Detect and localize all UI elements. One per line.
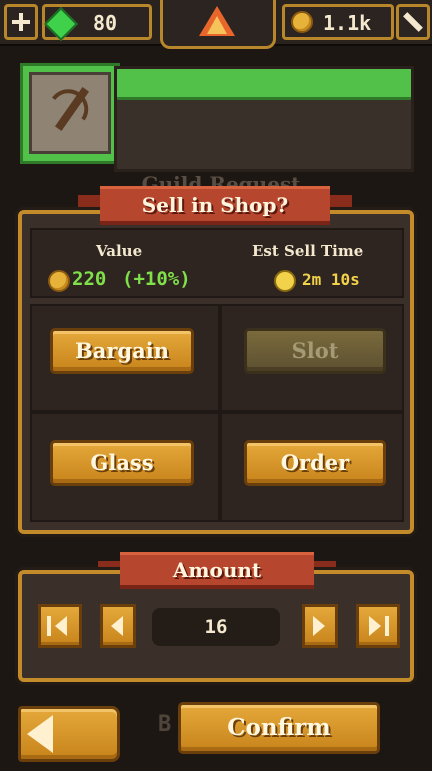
- add-button[interactable]: [4, 4, 38, 40]
- value-bonus: (+10%): [122, 268, 191, 290]
- item-slot[interactable]: [20, 63, 120, 164]
- arrow-right-icon: [313, 616, 325, 636]
- coin-count: 1.1k: [323, 11, 372, 35]
- gem-counter: 80: [42, 4, 152, 41]
- value-amount: 220: [72, 268, 107, 290]
- coin-icon: [291, 11, 313, 33]
- bargain-button[interactable]: Bargain: [50, 328, 194, 374]
- sell-dialog-title: Sell in Shop?: [78, 186, 352, 227]
- arrow-left-icon: [27, 715, 53, 753]
- amount-value: 16: [204, 616, 228, 638]
- min-button[interactable]: [38, 604, 82, 648]
- arrow-left-icon: [111, 616, 123, 636]
- forge-emblem-icon: [160, 0, 276, 49]
- max-button[interactable]: [356, 604, 400, 648]
- slot-button[interactable]: Slot: [244, 328, 386, 374]
- sell-dialog: Value 220 (+10%) Est Sell Time 2m 10s Ba…: [18, 210, 414, 534]
- skip-left-icon: [55, 616, 67, 636]
- order-button[interactable]: Order: [244, 440, 386, 486]
- coin-icon: [48, 270, 70, 292]
- sell-time-label: Est Sell Time: [252, 242, 364, 260]
- amount-dialog-title: Amount: [98, 552, 336, 591]
- value-section: Value 220 (+10%) Est Sell Time 2m 10s: [30, 228, 404, 298]
- increase-button[interactable]: [302, 604, 338, 648]
- gem-count: 80: [93, 11, 118, 35]
- amount-field[interactable]: 16: [152, 608, 280, 646]
- coin-counter: 1.1k: [282, 4, 394, 40]
- background-button-fragment: B: [158, 712, 172, 737]
- clock-icon: [274, 270, 296, 292]
- item-info-panel: [114, 66, 414, 172]
- confirm-button[interactable]: Confirm: [178, 702, 380, 754]
- settings-button[interactable]: [396, 4, 430, 40]
- crossbow-icon: [48, 81, 97, 135]
- decrease-button[interactable]: [100, 604, 136, 648]
- sell-time-value: 2m 10s: [302, 270, 360, 289]
- glass-button[interactable]: Glass: [50, 440, 194, 486]
- back-button[interactable]: [18, 706, 120, 762]
- skip-right-icon: [369, 616, 381, 636]
- progress-bar: [117, 69, 411, 100]
- gem-icon: [44, 7, 78, 41]
- top-bar: 80 1.1k: [0, 0, 432, 49]
- wrench-icon: [403, 12, 423, 32]
- value-label: Value: [96, 242, 143, 260]
